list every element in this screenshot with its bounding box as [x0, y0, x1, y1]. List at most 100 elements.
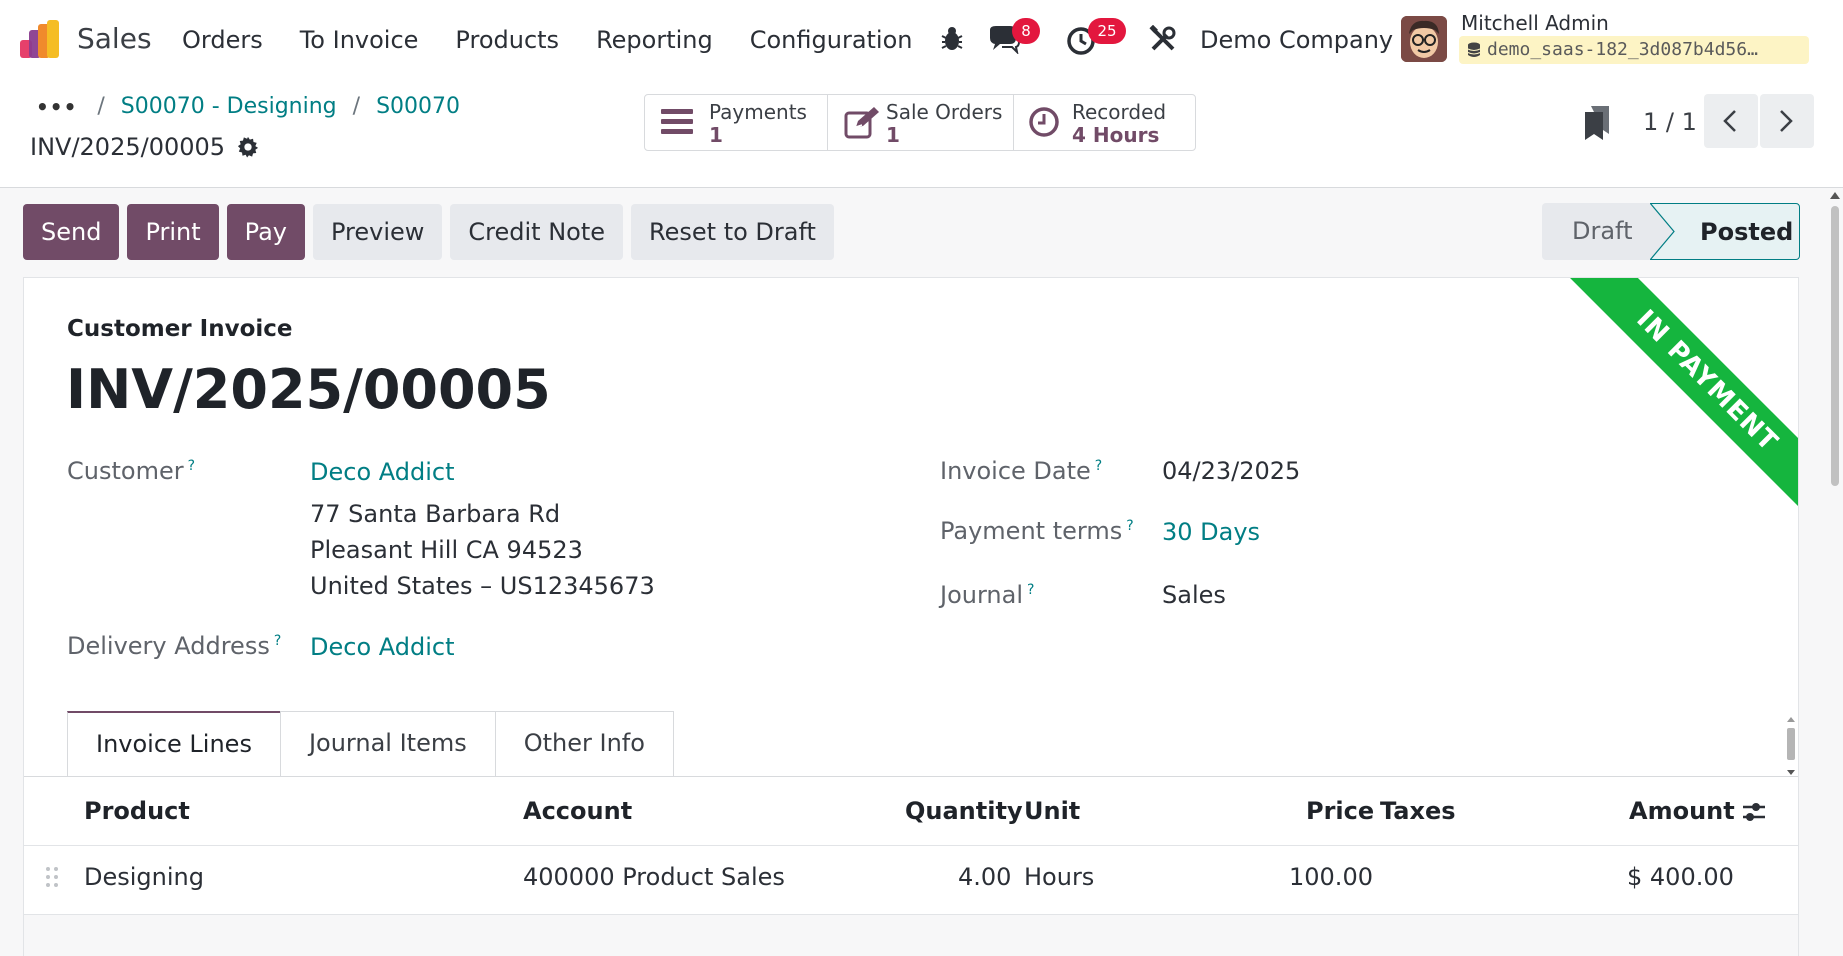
delivery-address-field[interactable]: Deco Addict: [310, 633, 455, 661]
database-name: demo_saas-182_3d087b4d56…: [1459, 36, 1809, 64]
recorded-value: 4 Hours: [1072, 123, 1160, 147]
customer-label-text: Customer: [67, 457, 184, 485]
line-quantity[interactable]: 4.00: [958, 863, 1011, 891]
page-scrollbar[interactable]: [1827, 188, 1843, 956]
list-icon: [661, 109, 693, 134]
help-icon[interactable]: ?: [1095, 458, 1102, 474]
app-name[interactable]: Sales: [77, 22, 152, 55]
activities-menu[interactable]: 25: [1066, 18, 1146, 58]
customer-address-line-3: United States – US12345673: [310, 572, 655, 600]
pay-button[interactable]: Pay: [226, 204, 305, 260]
payment-terms-label: Payment terms?: [940, 517, 1134, 545]
pager-next-button[interactable]: [1760, 94, 1814, 148]
company-switcher[interactable]: Demo Company: [1200, 26, 1393, 54]
edit-icon: [844, 107, 879, 139]
menu-configuration[interactable]: Configuration: [750, 26, 913, 54]
payments-count: 1: [709, 123, 723, 147]
drag-handle-icon[interactable]: [45, 866, 59, 888]
delivery-address-label: Delivery Address?: [67, 632, 281, 660]
document-type: Customer Invoice: [67, 316, 293, 342]
chevron-left-icon: [1723, 110, 1736, 132]
invoice-number: INV/2025/00005: [66, 358, 551, 421]
payment-terms-field[interactable]: 30 Days: [1162, 518, 1260, 546]
line-product[interactable]: Designing: [84, 863, 204, 891]
clock-icon: [1029, 107, 1059, 137]
breadcrumb-sale-order-designing[interactable]: S00070 - Designing: [121, 94, 337, 119]
sale-orders-count: 1: [886, 123, 900, 147]
invoice-date-field[interactable]: 04/23/2025: [1162, 457, 1300, 485]
print-button[interactable]: Print: [127, 204, 219, 260]
customer-field[interactable]: Deco Addict: [310, 458, 455, 486]
page-scrollbar-thumb[interactable]: [1831, 206, 1839, 486]
menu-to-invoice[interactable]: To Invoice: [300, 26, 419, 54]
help-icon[interactable]: ?: [188, 458, 195, 474]
status-draft[interactable]: Draft: [1542, 203, 1650, 260]
payments-label: Payments: [709, 100, 807, 124]
line-account[interactable]: 400000 Product Sales: [523, 863, 785, 891]
breadcrumb-sale-order[interactable]: S00070: [376, 94, 460, 119]
sales-app-logo-icon[interactable]: [20, 20, 60, 58]
credit-note-button[interactable]: Credit Note: [450, 204, 624, 260]
tab-invoice-lines[interactable]: Invoice Lines: [67, 711, 281, 776]
menu-orders[interactable]: Orders: [182, 26, 263, 54]
column-header-price[interactable]: Price: [1306, 797, 1374, 825]
journal-field[interactable]: Sales: [1162, 581, 1226, 609]
bookmark-icon[interactable]: [1585, 106, 1609, 140]
breadcrumb: ••• / S00070 - Designing / S00070: [36, 94, 460, 119]
column-header-account[interactable]: Account: [523, 797, 632, 825]
column-header-product[interactable]: Product: [84, 797, 190, 825]
help-icon[interactable]: ?: [274, 633, 281, 649]
menu-products[interactable]: Products: [455, 26, 559, 54]
payment-terms-label-text: Payment terms: [940, 517, 1123, 545]
help-icon[interactable]: ?: [1027, 582, 1034, 598]
recorded-label: Recorded: [1072, 100, 1167, 124]
form-tabs: Invoice Lines Journal Items Other Info: [67, 711, 674, 776]
sale-orders-smart-button[interactable]: Sale Orders 1: [828, 95, 1014, 150]
customer-address-line-1: 77 Santa Barbara Rd: [310, 500, 561, 528]
user-name[interactable]: Mitchell Admin: [1461, 11, 1609, 35]
recorded-hours-smart-button[interactable]: Recorded 4 Hours: [1014, 95, 1195, 150]
line-unit[interactable]: Hours: [1024, 863, 1094, 891]
pager-previous-button[interactable]: [1704, 94, 1758, 148]
reset-to-draft-button[interactable]: Reset to Draft: [631, 204, 834, 260]
tab-journal-items[interactable]: Journal Items: [279, 711, 496, 776]
invoice-form-sheet: IN PAYMENT Customer Invoice INV/2025/000…: [23, 277, 1799, 956]
column-settings-icon[interactable]: [1741, 800, 1767, 824]
line-price[interactable]: 100.00: [1289, 863, 1373, 891]
scroll-up-icon[interactable]: [1827, 190, 1843, 202]
avatar[interactable]: [1401, 16, 1447, 62]
help-icon[interactable]: ?: [1126, 518, 1133, 534]
pager-value[interactable]: 1 / 1: [1643, 108, 1697, 136]
send-button[interactable]: Send: [23, 204, 120, 260]
payments-smart-button[interactable]: Payments 1: [645, 95, 828, 150]
table-footer-area: [24, 915, 1798, 956]
column-header-taxes[interactable]: Taxes: [1380, 797, 1456, 825]
tools-icon[interactable]: [1149, 25, 1177, 53]
delivery-address-label-text: Delivery Address: [67, 632, 270, 660]
messages-menu[interactable]: 8: [988, 18, 1058, 58]
menu-reporting[interactable]: Reporting: [596, 26, 713, 54]
sale-orders-label: Sale Orders: [886, 100, 1003, 124]
tabs-underline: [24, 776, 1798, 777]
column-header-unit[interactable]: Unit: [1024, 797, 1080, 825]
journal-label-text: Journal: [940, 581, 1024, 609]
customer-address-line-2: Pleasant Hill CA 94523: [310, 536, 583, 564]
preview-button[interactable]: Preview: [312, 204, 443, 260]
column-header-amount[interactable]: Amount: [1629, 797, 1735, 825]
breadcrumb-more[interactable]: •••: [36, 95, 77, 119]
breadcrumb-separator: /: [352, 94, 361, 119]
breadcrumb-separator: /: [97, 94, 105, 119]
inner-scrollbar[interactable]: [1785, 715, 1797, 777]
status-arrow-icon: [1650, 203, 1675, 260]
tab-other-info[interactable]: Other Info: [494, 711, 674, 776]
invoice-date-label: Invoice Date?: [940, 457, 1102, 485]
table-header-divider: [24, 845, 1798, 846]
record-title: INV/2025/00005: [30, 133, 259, 161]
gear-icon[interactable]: [237, 136, 259, 158]
activities-badge: 25: [1088, 18, 1126, 44]
column-header-quantity[interactable]: Quantity: [905, 797, 1023, 825]
main-menu: Orders To Invoice Products Reporting Con…: [182, 26, 950, 54]
database-icon: [1467, 42, 1481, 57]
bug-icon[interactable]: [940, 26, 964, 52]
line-amount: $ 400.00: [1627, 863, 1734, 891]
